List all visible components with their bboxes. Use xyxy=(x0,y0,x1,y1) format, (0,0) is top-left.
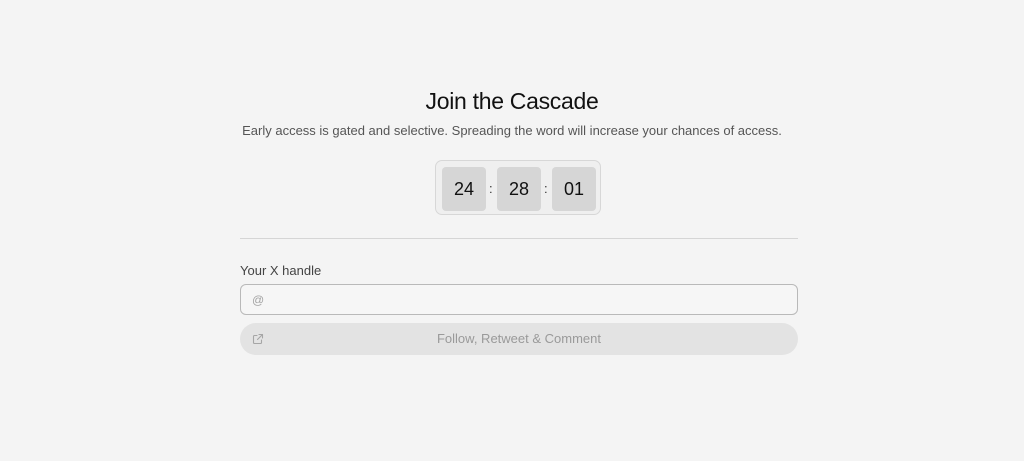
page: Join the Cascade Early access is gated a… xyxy=(0,0,1024,461)
countdown-timer: 24 : 28 : 01 xyxy=(435,160,601,215)
handle-field-label: Your X handle xyxy=(240,263,322,278)
follow-retweet-comment-button[interactable]: Follow, Retweet & Comment xyxy=(240,323,798,355)
divider xyxy=(240,238,798,239)
countdown-separator: : xyxy=(544,181,548,196)
x-handle-input[interactable] xyxy=(240,284,798,315)
countdown-seconds: 01 xyxy=(552,167,596,211)
external-link-icon xyxy=(252,333,264,345)
countdown-separator: : xyxy=(489,181,493,196)
countdown-minutes: 28 xyxy=(497,167,541,211)
follow-retweet-comment-label: Follow, Retweet & Comment xyxy=(436,331,601,346)
page-title: Join the Cascade xyxy=(425,88,599,114)
page-subtitle: Early access is gated and selective. Spr… xyxy=(242,123,782,138)
countdown-hours: 24 xyxy=(442,167,486,211)
